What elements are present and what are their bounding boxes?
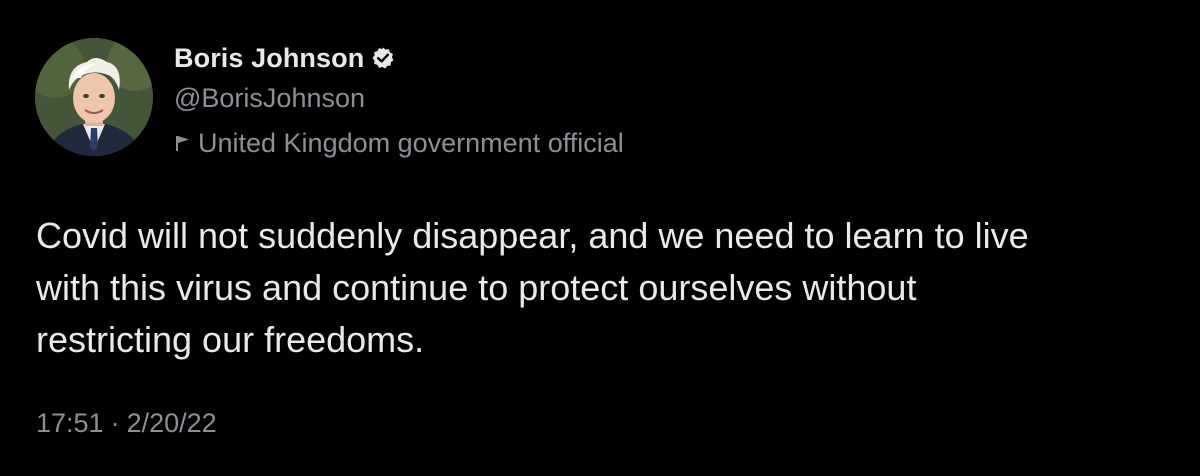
separator-dot: · <box>110 408 120 438</box>
tweet-card: Boris Johnson @BorisJohnson United Kingd… <box>0 0 1200 476</box>
user-handle[interactable]: @BorisJohnson <box>174 80 624 116</box>
verified-badge-icon <box>371 46 395 70</box>
tweet-header: Boris Johnson @BorisJohnson United Kingd… <box>174 40 624 161</box>
tweet-date[interactable]: 2/20/22 <box>127 408 217 439</box>
display-name[interactable]: Boris Johnson <box>174 43 364 74</box>
affiliation-text: United Kingdom government official <box>198 127 624 158</box>
tweet-time[interactable]: 17:51 <box>36 408 104 439</box>
affiliation-label: United Kingdom government official <box>174 125 624 161</box>
tweet-text-line: Covid will not suddenly disappear, and w… <box>36 215 1029 256</box>
tweet-text-line: with this virus and continue to protect … <box>36 267 917 308</box>
tweet-text: Covid will not suddenly disappear, and w… <box>36 210 1176 366</box>
avatar[interactable] <box>35 38 153 156</box>
name-row: Boris Johnson <box>174 40 624 76</box>
tweet-timestamp: 17:51 · 2/20/22 <box>36 408 217 439</box>
tweet-text-line: restricting our freedoms. <box>36 319 425 360</box>
flag-icon <box>174 133 192 153</box>
